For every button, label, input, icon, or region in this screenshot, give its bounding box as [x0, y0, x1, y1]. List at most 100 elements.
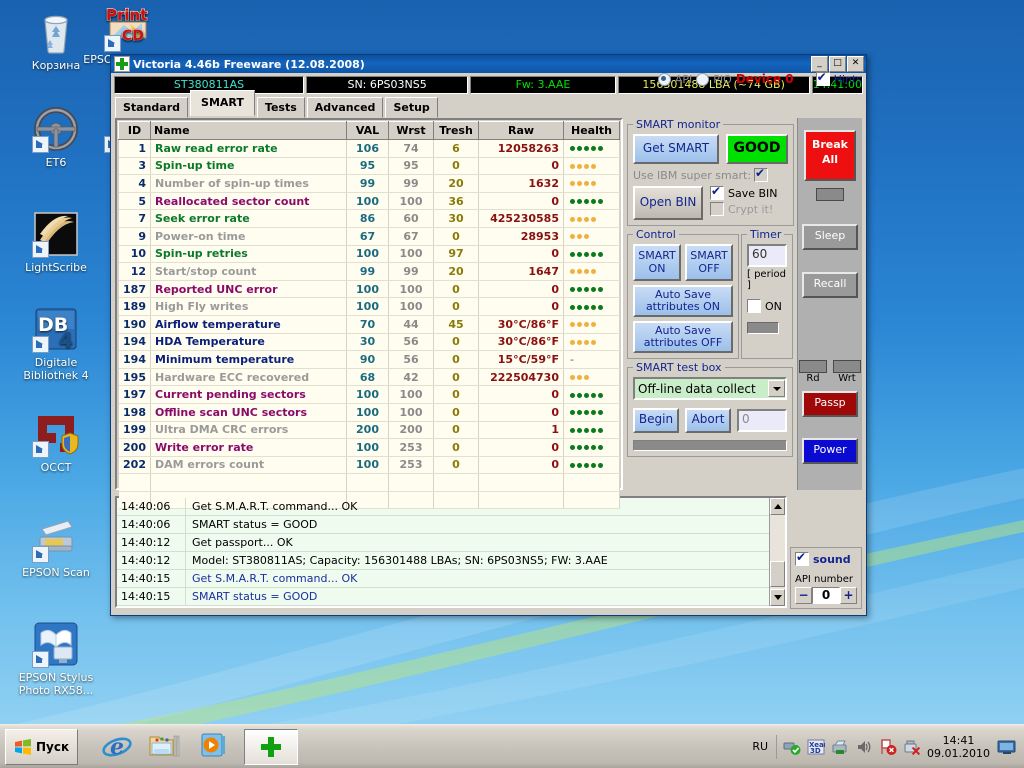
timer-on-checkbox[interactable] — [747, 299, 761, 313]
table-row[interactable]: 187Reported UNC error10010000 — [119, 280, 620, 298]
api-number-value[interactable]: 0 — [812, 587, 840, 604]
table-row[interactable]: 194Minimum temperature9056015°C/59°F- — [119, 351, 620, 369]
scroll-track[interactable] — [770, 515, 785, 589]
test-counter-field[interactable]: 0 — [737, 409, 787, 432]
table-row[interactable]: 202DAM errors count10025300 — [119, 456, 620, 474]
api-radio[interactable] — [658, 73, 671, 86]
table-row[interactable]: 189High Fly writes10010000 — [119, 298, 620, 316]
get-smart-button[interactable]: Get SMART — [633, 134, 719, 164]
begin-button[interactable]: Begin — [633, 408, 679, 433]
cell-id: 189 — [119, 298, 151, 316]
table-row[interactable]: 4Number of spin-up times9999201632 — [119, 175, 620, 193]
col-id[interactable]: ID — [119, 122, 151, 140]
xear3d-icon[interactable]: Xear 3D — [807, 738, 825, 756]
scroll-down-button[interactable] — [770, 589, 785, 606]
taskbar-item-victoria[interactable] — [244, 729, 298, 765]
table-row[interactable]: 12Start/stop count9999201647 — [119, 263, 620, 281]
table-row[interactable]: 197Current pending sectors10010000 — [119, 386, 620, 404]
passport-button[interactable]: Passp — [802, 391, 858, 417]
table-row[interactable]: 1Raw read error rate10674612058263 — [119, 140, 620, 158]
taskbar-item-media-player[interactable] — [198, 730, 228, 764]
sleep-button[interactable]: Sleep — [802, 224, 858, 250]
scroll-thumb[interactable] — [770, 561, 785, 587]
scroll-up-button[interactable] — [770, 498, 785, 515]
smart-on-button[interactable]: SMARTON — [633, 244, 681, 281]
table-row[interactable]: 10Spin-up retries100100970 — [119, 245, 620, 263]
table-row[interactable]: 195Hardware ECC recovered68420222504730 — [119, 368, 620, 386]
auto-save-on-button[interactable]: Auto Saveattributes ON — [633, 285, 733, 317]
sound-checkbox[interactable] — [795, 552, 809, 566]
tab-setup[interactable]: Setup — [385, 97, 437, 118]
table-row[interactable]: 9Power-on time6767028953 — [119, 227, 620, 245]
api-number-stepper[interactable]: − 0 + — [795, 587, 857, 604]
cell-name: Seek error rate — [151, 210, 347, 228]
abort-button[interactable]: Abort — [685, 408, 731, 433]
desktop-icon-lightscribe[interactable]: LightScribe — [8, 210, 104, 274]
power-button[interactable]: Power — [802, 438, 858, 464]
col-raw[interactable]: Raw — [479, 122, 564, 140]
break-all-button[interactable]: Break All — [804, 130, 856, 181]
taskbar-item-windows-explorer[interactable] — [148, 730, 182, 764]
list-item[interactable]: 14:40:06SMART status = GOOD — [117, 516, 769, 534]
tab-smart[interactable]: SMART — [190, 90, 255, 116]
test-type-select[interactable]: Off-line data collect — [633, 377, 787, 400]
list-item[interactable]: 14:40:12Get passport... OK — [117, 534, 769, 552]
flag-icon[interactable] — [879, 738, 897, 756]
smart-attributes-table[interactable]: ID Name VAL Wrst Tresh Raw Health 1Raw r… — [115, 118, 623, 490]
col-val[interactable]: VAL — [347, 122, 389, 140]
tab-advanced[interactable]: Advanced — [307, 97, 384, 118]
tray-clock[interactable]: 14:41 09.01.2010 — [927, 734, 990, 760]
hints-checkbox[interactable] — [816, 72, 830, 86]
cell-health — [564, 175, 620, 193]
list-item[interactable]: 14:40:06Get S.M.A.R.T. command... OK — [117, 498, 769, 516]
col-name[interactable]: Name — [151, 122, 347, 140]
table-row[interactable]: 7Seek error rate866030425230585 — [119, 210, 620, 228]
save-bin-checkbox[interactable] — [710, 186, 724, 200]
window-titlebar[interactable]: Victoria 4.46b Freeware (12.08.2008) _ □… — [111, 55, 866, 73]
api-decrement-button[interactable]: − — [795, 587, 812, 604]
table-row[interactable]: 190Airflow temperature70444530°C/86°F — [119, 315, 620, 333]
epson-printer-icon — [32, 620, 80, 668]
auto-save-off-button[interactable]: Auto Saveattributes OFF — [633, 321, 733, 353]
list-item[interactable]: 14:40:15SMART status = GOOD — [117, 588, 769, 606]
crypt-it-checkbox[interactable] — [710, 202, 724, 216]
maximize-button[interactable]: □ — [829, 56, 846, 72]
log-panel[interactable]: 14:40:06Get S.M.A.R.T. command... OK14:4… — [115, 496, 787, 608]
api-increment-button[interactable]: + — [840, 587, 857, 604]
recall-button[interactable]: Recall — [802, 272, 858, 298]
tab-tests[interactable]: Tests — [257, 97, 305, 118]
table-row[interactable]: 198Offline scan UNC sectors10010000 — [119, 403, 620, 421]
start-button[interactable]: Пуск — [5, 729, 78, 765]
list-item[interactable]: 14:40:12Model: ST380811AS; Capacity: 156… — [117, 552, 769, 570]
pio-radio[interactable] — [696, 73, 709, 86]
table-row[interactable]: 200Write error rate10025300 — [119, 439, 620, 457]
table-row[interactable]: 3Spin-up time959500 — [119, 157, 620, 175]
col-tresh[interactable]: Tresh — [434, 122, 479, 140]
col-health[interactable]: Health — [564, 122, 620, 140]
col-wrst[interactable]: Wrst — [389, 122, 434, 140]
network-icon[interactable] — [783, 738, 801, 756]
cell-name: Write error rate — [151, 439, 347, 457]
desktop-icon-epson-scan[interactable]: EPSON Scan — [8, 515, 104, 579]
desktop-icon-occt[interactable]: OCCT — [8, 410, 104, 474]
taskbar-item-internet-explorer[interactable]: e — [102, 730, 132, 764]
volume-icon[interactable] — [855, 738, 873, 756]
table-row[interactable]: 194HDA Temperature3056030°C/86°F — [119, 333, 620, 351]
printer-icon[interactable] — [831, 738, 849, 756]
open-bin-button[interactable]: Open BIN — [633, 186, 703, 220]
desktop-icon-digitale-bibliothek[interactable]: DB 4 DigitaleBibliothek 4 — [8, 305, 104, 382]
timer-period-input[interactable]: 60 — [747, 244, 787, 267]
list-item[interactable]: 14:40:15Get S.M.A.R.T. command... OK — [117, 570, 769, 588]
ibm-super-smart-checkbox[interactable] — [754, 168, 768, 182]
log-scrollbar[interactable] — [769, 498, 785, 606]
desktop-icon-epson-stylus[interactable]: EPSON StylusPhoto RX58... — [8, 620, 104, 697]
table-row[interactable]: 5Reallocated sector count100100360 — [119, 192, 620, 210]
safely-remove-icon[interactable] — [903, 738, 921, 756]
smart-off-button[interactable]: SMARTOFF — [685, 244, 733, 281]
close-button[interactable]: ✕ — [847, 56, 864, 72]
show-desktop-icon[interactable] — [996, 738, 1018, 756]
table-row[interactable]: 199Ultra DMA CRC errors20020001 — [119, 421, 620, 439]
language-indicator[interactable]: RU — [752, 740, 768, 753]
tab-standard[interactable]: Standard — [115, 97, 188, 118]
chevron-down-icon[interactable] — [768, 380, 785, 397]
